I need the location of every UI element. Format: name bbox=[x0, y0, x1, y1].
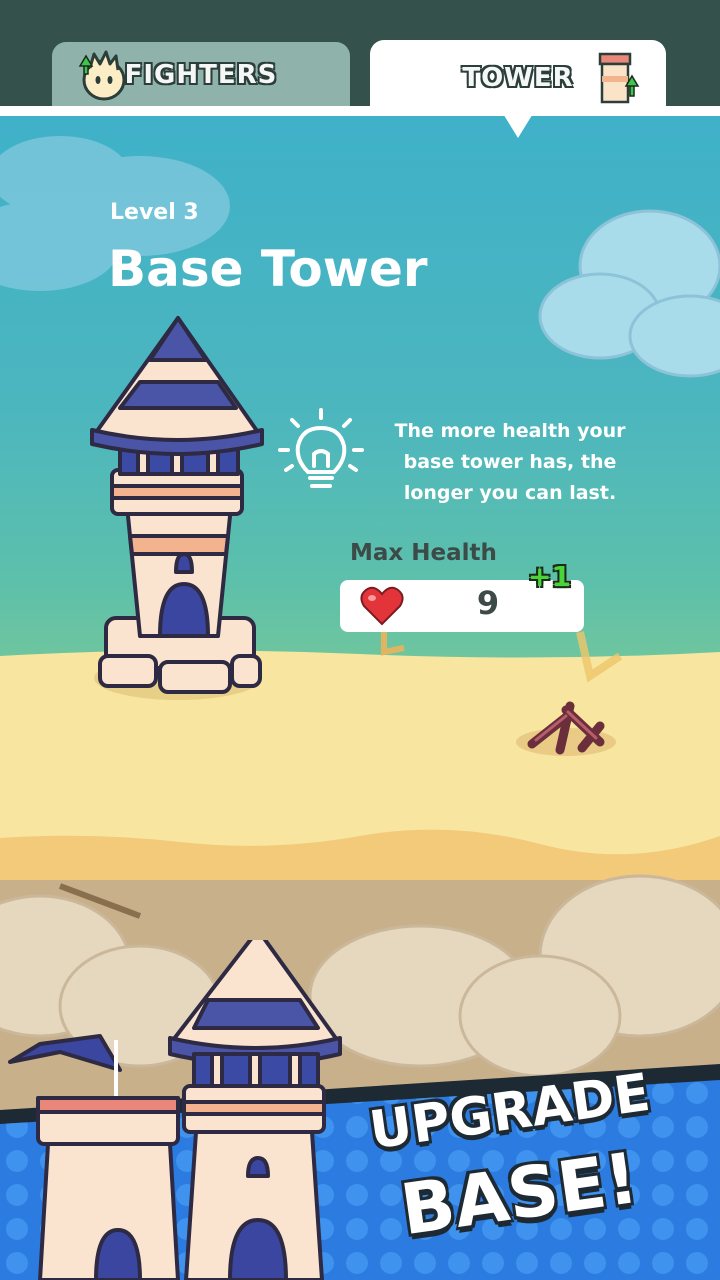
tower-upgrade-icon bbox=[592, 46, 642, 113]
lightbulb-icon bbox=[278, 408, 364, 502]
tab-tower-label: TOWER bbox=[462, 63, 574, 93]
tab-underline bbox=[0, 106, 720, 116]
active-tab-pointer bbox=[502, 112, 534, 138]
heart-icon bbox=[360, 586, 404, 630]
max-health-value: 9 bbox=[476, 584, 500, 622]
tab-fighters-label: FIGHTERS bbox=[124, 60, 278, 90]
tab-tower[interactable]: TOWER bbox=[370, 40, 666, 116]
tab-fighters[interactable]: FIGHTERS bbox=[52, 42, 350, 108]
tower-level: Level 3 bbox=[110, 200, 199, 225]
campfire-icon bbox=[510, 696, 620, 764]
fighter-upgrade-icon bbox=[74, 48, 130, 111]
tower-name: Base Tower bbox=[108, 240, 428, 298]
tab-bar: FIGHTERS TOWER bbox=[0, 0, 720, 116]
max-health-bonus: +1 bbox=[528, 560, 571, 593]
max-health-label: Max Health bbox=[350, 540, 497, 566]
tower-tip: The more health your base tower has, the… bbox=[394, 420, 626, 504]
